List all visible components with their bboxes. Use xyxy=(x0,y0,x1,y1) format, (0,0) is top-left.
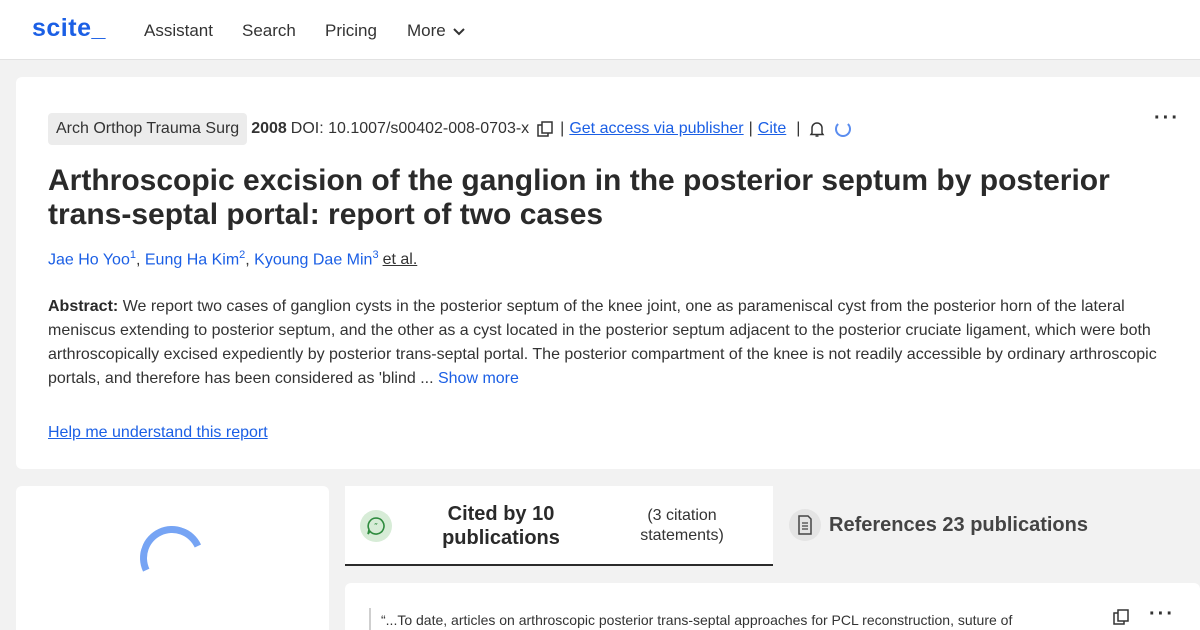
nav-assistant[interactable]: Assistant xyxy=(144,21,213,41)
document-icon xyxy=(789,509,821,541)
separator: | xyxy=(796,120,801,137)
help-understand-link[interactable]: Help me understand this report xyxy=(48,424,268,442)
citation-tabs: ” Cited by 10 publications (3 citation s… xyxy=(345,486,1200,566)
top-navbar: scite_ Assistant Search Pricing More xyxy=(0,0,1200,60)
tab-references[interactable]: References 23 publications xyxy=(829,514,1088,537)
cited-by-title: Cited by 10 publications xyxy=(442,503,560,549)
loading-spinner xyxy=(130,516,214,600)
abstract-label: Abstract: xyxy=(48,298,119,315)
nav-more-label: More xyxy=(407,21,446,40)
scite-logo[interactable]: scite_ xyxy=(32,14,106,43)
abstract-text: We report two cases of ganglion cysts in… xyxy=(48,298,1157,387)
more-dots-icon[interactable]: ··· xyxy=(1154,107,1180,130)
side-panel-card xyxy=(16,486,329,630)
author-link[interactable]: Jae Ho Yoo xyxy=(48,251,130,268)
nav-search[interactable]: Search xyxy=(242,21,296,41)
cite-link[interactable]: Cite xyxy=(758,120,786,138)
author-list: Jae Ho Yoo1, Eung Ha Kim2, Kyoung Dae Mi… xyxy=(48,249,417,269)
svg-text:”: ” xyxy=(374,522,378,531)
quote-bar xyxy=(369,608,371,630)
author-separator: , xyxy=(245,251,255,269)
tab-cited-by[interactable]: ” Cited by 10 publications (3 citation s… xyxy=(345,486,773,566)
author-affiliation: 3 xyxy=(372,249,379,261)
loading-spinner xyxy=(835,121,852,137)
show-more-link[interactable]: Show more xyxy=(438,370,519,387)
journal-badge[interactable]: Arch Orthop Trauma Surg xyxy=(48,113,248,145)
publication-year: 2008 xyxy=(251,120,287,137)
author-separator: , xyxy=(135,251,145,269)
citation-speech-icon: ” xyxy=(360,510,392,542)
separator: | xyxy=(560,120,565,137)
separator: | xyxy=(748,120,753,137)
get-access-link[interactable]: Get access via publisher xyxy=(569,120,743,138)
copy-icon[interactable] xyxy=(1113,609,1129,630)
citation-quote: “...To date, articles on arthroscopic po… xyxy=(381,612,1013,628)
abstract: Abstract: We report two cases of ganglio… xyxy=(48,295,1173,391)
article-title: Arthroscopic excision of the ganglion in… xyxy=(48,164,1110,231)
article-card: Arch Orthop Trauma Surg 2008 DOI: 10.100… xyxy=(16,77,1200,469)
author-link[interactable]: Kyoung Dae Min xyxy=(254,251,372,268)
author-link[interactable]: Eung Ha Kim xyxy=(145,251,239,268)
nav-pricing[interactable]: Pricing xyxy=(325,21,377,41)
more-dots-icon[interactable]: ··· xyxy=(1149,603,1175,626)
citation-statement-card: “...To date, articles on arthroscopic po… xyxy=(345,583,1200,630)
bell-icon[interactable] xyxy=(809,121,825,138)
nav-more-dropdown[interactable]: More xyxy=(407,21,465,41)
doi-text: DOI: 10.1007/s00402-008-0703-x xyxy=(290,120,530,137)
article-meta-row: Arch Orthop Trauma Surg 2008 DOI: 10.100… xyxy=(48,113,852,145)
et-al-link[interactable]: et al. xyxy=(383,251,418,268)
chevron-down-icon xyxy=(453,21,465,41)
citation-statements-count: (3 citation statements) xyxy=(640,507,724,544)
copy-icon[interactable] xyxy=(537,121,553,137)
